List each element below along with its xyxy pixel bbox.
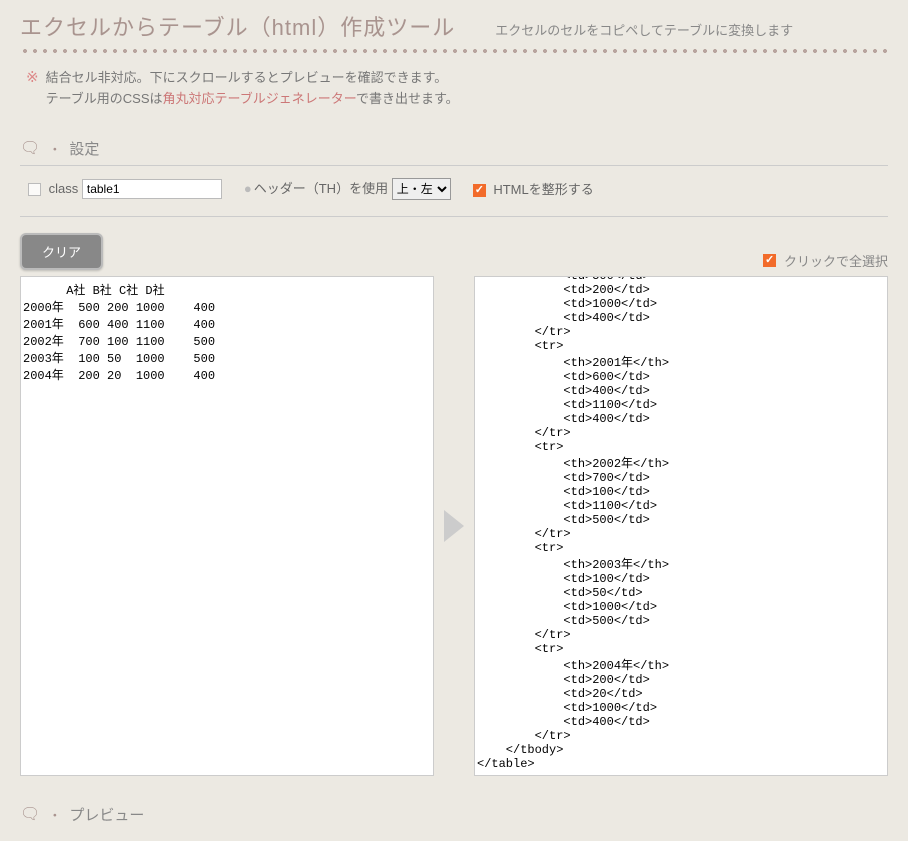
header-th-setting: ●ヘッダー（TH）を使用 上・左: [244, 178, 451, 200]
rounded-table-generator-link[interactable]: 角丸対応テーブルジェネレーター: [163, 91, 356, 106]
bullet-icon: ・: [48, 805, 61, 824]
input-panel[interactable]: A社 B社 C社 D社 2000年 500 200 1000 400 2001年…: [20, 276, 434, 776]
page-title: エクセルからテーブル（html）作成ツール: [20, 10, 455, 42]
output-panel[interactable]: <td>500</td> <td>200</td> <td>1000</td> …: [474, 276, 888, 776]
bullet-dot-icon: ●: [244, 181, 252, 196]
format-html-label: HTMLを整形する: [493, 182, 593, 197]
header-th-label: ヘッダー（TH）を使用: [254, 181, 388, 196]
format-html-checkbox[interactable]: [473, 184, 486, 197]
notice: ※ 結合セル非対応。下にスクロールするとプレビューを確認できます。 テーブル用の…: [20, 68, 888, 110]
class-label: class: [49, 181, 79, 196]
divider: [20, 216, 888, 217]
settings-heading: 設定: [69, 138, 99, 159]
class-input[interactable]: [82, 179, 222, 199]
dotted-divider: [20, 48, 888, 54]
subtitle: エクセルのセルをコピペしてテーブルに変換します: [495, 20, 793, 39]
speech-icon: 🗨: [20, 804, 40, 824]
header-th-select[interactable]: 上・左: [392, 178, 451, 200]
select-all-label: クリックで全選択: [784, 251, 888, 270]
bullet-icon: ・: [48, 139, 61, 158]
notice-line2-suffix: で書き出せます。: [356, 91, 459, 106]
preview-heading: プレビュー: [69, 804, 144, 825]
clear-button[interactable]: クリア: [20, 233, 103, 270]
notice-line2: テーブル用のCSSは角丸対応テーブルジェネレーターで書き出せます。: [46, 89, 459, 110]
class-setting: class: [28, 179, 222, 199]
class-checkbox[interactable]: [28, 183, 41, 196]
arrow-right-icon: [444, 510, 464, 542]
select-all-checkbox[interactable]: [763, 254, 776, 267]
notice-line1: 結合セル非対応。下にスクロールするとプレビューを確認できます。: [46, 68, 459, 89]
notice-mark: ※: [26, 68, 38, 110]
speech-icon: 🗨: [20, 138, 40, 158]
notice-line2-prefix: テーブル用のCSSは: [46, 91, 163, 106]
format-html-setting: HTMLを整形する: [473, 179, 594, 198]
